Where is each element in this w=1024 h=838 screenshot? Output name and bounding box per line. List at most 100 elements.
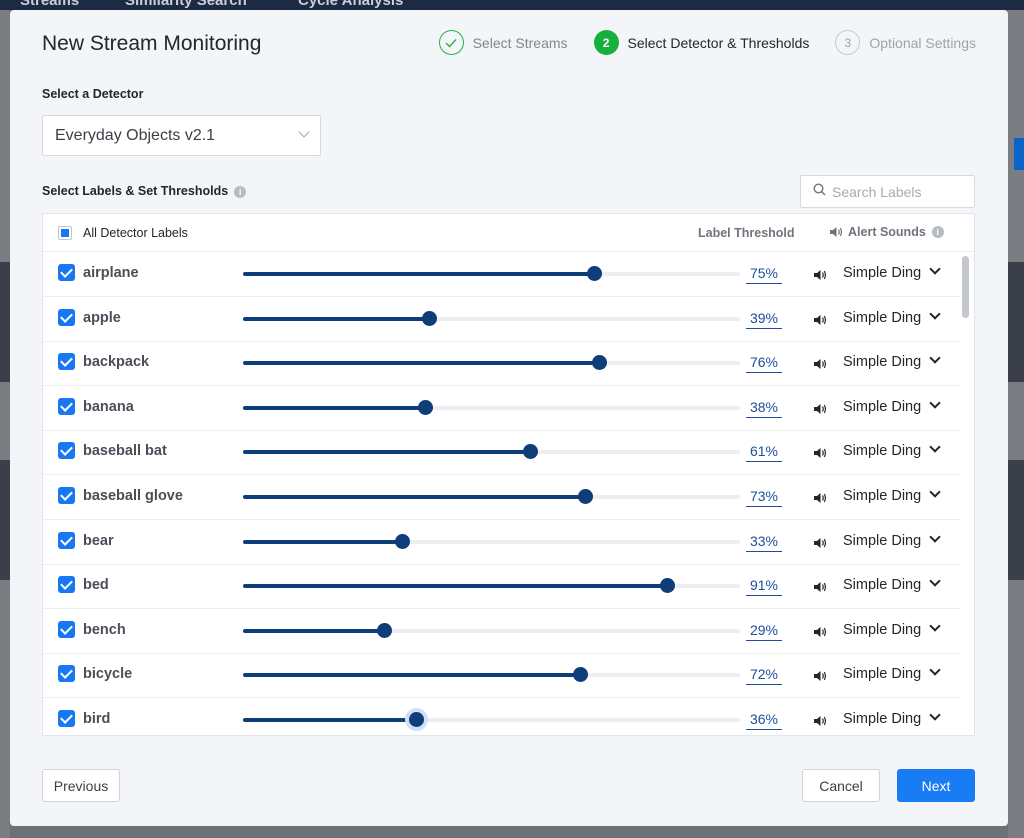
chevron-down-icon[interactable] xyxy=(929,486,941,498)
search-labels-field[interactable] xyxy=(800,175,975,208)
speaker-icon[interactable] xyxy=(813,357,827,370)
slider-handle[interactable] xyxy=(586,266,602,281)
bg-tab-cycle: Cycle Analysis xyxy=(298,0,404,9)
slider-handle[interactable] xyxy=(573,667,589,683)
threshold-value[interactable]: 29% xyxy=(746,622,782,641)
chevron-down-icon[interactable] xyxy=(929,441,941,454)
speaker-icon[interactable] xyxy=(813,580,827,593)
threshold-slider[interactable] xyxy=(243,578,740,594)
label-checkbox[interactable] xyxy=(58,487,75,504)
chevron-down-icon[interactable] xyxy=(929,620,941,632)
chevron-down-icon[interactable] xyxy=(929,307,941,320)
alert-sound-select[interactable]: Simple Ding xyxy=(843,577,921,593)
threshold-slider[interactable] xyxy=(243,489,740,504)
alert-sound-select[interactable]: Simple Ding xyxy=(843,354,921,370)
alert-sound-select[interactable]: Simple Ding xyxy=(843,533,921,549)
all-labels-checkbox[interactable] xyxy=(58,226,72,240)
label-checkbox[interactable] xyxy=(58,442,75,460)
threshold-slider[interactable] xyxy=(243,622,740,638)
step-optional-settings[interactable]: 3 Optional Settings xyxy=(835,30,976,55)
threshold-value[interactable]: 73% xyxy=(746,488,782,507)
slider-handle[interactable] xyxy=(417,399,433,415)
speaker-icon[interactable] xyxy=(813,313,827,325)
all-labels-label: All Detector Labels xyxy=(83,226,188,240)
search-labels-input[interactable] xyxy=(832,183,962,200)
threshold-value[interactable]: 38% xyxy=(746,399,782,418)
label-checkbox[interactable] xyxy=(58,531,75,549)
threshold-slider[interactable] xyxy=(243,399,740,415)
threshold-value[interactable]: 39% xyxy=(746,310,782,329)
label-checkbox[interactable] xyxy=(58,264,75,281)
chevron-down-icon[interactable] xyxy=(929,709,941,721)
step-select-streams[interactable]: Select Streams xyxy=(438,30,568,55)
alert-sound-select[interactable]: Simple Ding xyxy=(843,443,921,459)
alert-sound-select[interactable]: Simple Ding xyxy=(843,711,921,727)
threshold-slider[interactable] xyxy=(243,533,740,549)
speaker-icon[interactable] xyxy=(813,714,827,726)
label-checkbox[interactable] xyxy=(58,353,75,371)
alert-sound-select[interactable]: Simple Ding xyxy=(843,488,921,504)
slider-handle[interactable] xyxy=(577,489,593,504)
chevron-down-icon[interactable] xyxy=(929,352,941,364)
slider-handle[interactable] xyxy=(394,533,410,549)
slider-handle[interactable] xyxy=(422,310,438,326)
threshold-value[interactable]: 36% xyxy=(746,711,782,730)
label-checkbox[interactable] xyxy=(58,665,75,683)
threshold-value[interactable]: 61% xyxy=(746,443,782,463)
detector-section-label: Select a Detector xyxy=(42,87,144,101)
threshold-slider[interactable] xyxy=(243,355,740,371)
table-scrollbar[interactable] xyxy=(962,256,969,318)
speaker-icon[interactable] xyxy=(813,625,827,637)
speaker-icon[interactable] xyxy=(813,402,827,414)
slider-fill xyxy=(243,718,416,722)
label-checkbox[interactable] xyxy=(58,308,75,326)
previous-button[interactable]: Previous xyxy=(42,769,120,802)
step-select-detector[interactable]: 2 Select Detector & Thresholds xyxy=(593,30,809,55)
next-button[interactable]: Next xyxy=(897,769,975,802)
alert-sound-select[interactable]: Simple Ding xyxy=(843,265,921,281)
slider-handle[interactable] xyxy=(522,444,538,460)
chevron-down-icon[interactable] xyxy=(929,397,941,409)
threshold-slider[interactable] xyxy=(243,266,740,281)
background-button xyxy=(1014,138,1024,170)
threshold-slider[interactable] xyxy=(243,712,740,727)
threshold-value[interactable]: 33% xyxy=(746,533,782,552)
label-name: airplane xyxy=(83,265,139,281)
chevron-down-icon[interactable] xyxy=(929,575,941,587)
alert-sound-select[interactable]: Simple Ding xyxy=(843,399,921,415)
speaker-icon[interactable] xyxy=(813,669,827,682)
threshold-value[interactable]: 72% xyxy=(746,666,782,686)
chevron-down-icon[interactable] xyxy=(929,664,941,677)
label-name: bird xyxy=(83,711,111,727)
info-icon[interactable]: i xyxy=(931,226,944,238)
info-icon[interactable]: i xyxy=(234,185,247,198)
speaker-icon[interactable] xyxy=(813,446,827,459)
threshold-slider[interactable] xyxy=(243,444,740,460)
label-name: bear xyxy=(83,532,114,549)
slider-handle[interactable] xyxy=(376,622,392,638)
threshold-slider[interactable] xyxy=(243,310,740,326)
label-checkbox[interactable] xyxy=(58,397,75,415)
alert-sound-select[interactable]: Simple Ding xyxy=(843,666,921,682)
slider-handle[interactable] xyxy=(660,578,676,594)
label-checkbox[interactable] xyxy=(58,620,75,638)
threshold-slider[interactable] xyxy=(243,667,740,683)
speaker-icon[interactable] xyxy=(813,268,827,280)
label-name: baseball bat xyxy=(83,443,167,460)
chevron-down-icon[interactable] xyxy=(929,263,941,275)
label-checkbox[interactable] xyxy=(58,576,75,594)
threshold-value[interactable]: 75% xyxy=(746,265,782,284)
label-checkbox[interactable] xyxy=(58,710,75,727)
chevron-down-icon[interactable] xyxy=(929,530,941,543)
slider-handle[interactable] xyxy=(591,355,607,371)
cancel-button[interactable]: Cancel xyxy=(802,769,880,802)
alert-sound-select[interactable]: Simple Ding xyxy=(843,622,921,638)
speaker-icon[interactable] xyxy=(813,491,827,503)
threshold-value[interactable]: 76% xyxy=(746,354,782,374)
new-stream-monitoring-modal: New Stream Monitoring Select Streams 2 S… xyxy=(10,10,1008,826)
detector-select[interactable]: Everyday Objects v2.1 xyxy=(42,115,321,156)
slider-handle[interactable] xyxy=(408,712,424,727)
alert-sound-select[interactable]: Simple Ding xyxy=(843,310,921,326)
threshold-value[interactable]: 91% xyxy=(746,577,782,597)
speaker-icon[interactable] xyxy=(813,536,827,548)
